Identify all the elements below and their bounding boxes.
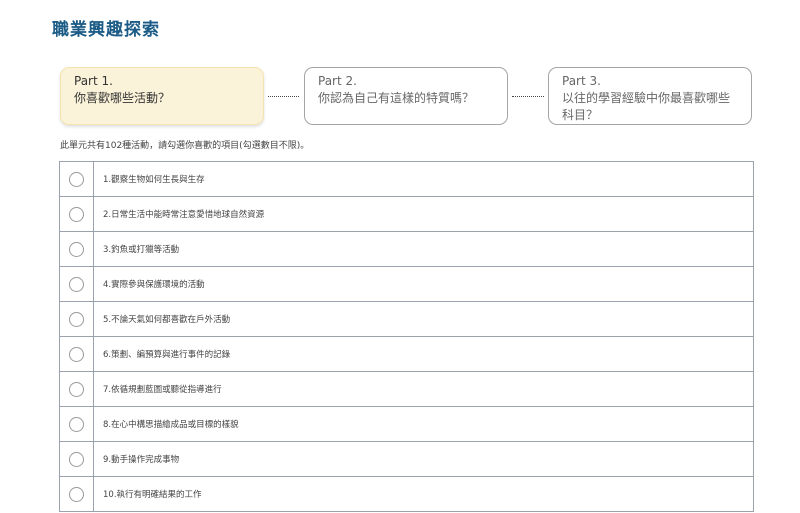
activity-label: 2.日常生活中能時常注意愛惜地球自然資源 [103, 210, 265, 220]
step-part-1[interactable]: Part 1. 你喜歡哪些活動？ [60, 67, 264, 125]
activity-radio[interactable] [69, 486, 84, 502]
step-connector [268, 96, 299, 97]
activity-row[interactable]: 2.日常生活中能時常注意愛惜地球自然資源 [60, 197, 753, 232]
activity-row[interactable]: 7.依循規劃藍圖或聽從指導進行 [60, 372, 753, 407]
activity-label: 3.釣魚或打獵等活動 [103, 245, 180, 255]
activity-table: 1.觀察生物如何生長與生存 2.日常生活中能時常注意愛惜地球自然資源 3.釣魚或… [59, 161, 754, 512]
step-question: 你認為自己有這樣的特質嗎？ [318, 91, 475, 105]
activity-radio[interactable] [69, 276, 84, 292]
activity-row[interactable]: 3.釣魚或打獵等活動 [60, 232, 753, 267]
activity-label: 7.依循規劃藍圖或聽從指導進行 [103, 385, 222, 395]
step-part-3[interactable]: Part 3. 以往的學習經驗中你最喜歡哪些科目？ [548, 67, 752, 125]
radio-cell [60, 162, 94, 196]
page-title: 職業興趣探索 [52, 20, 160, 40]
activity-label: 6.策劃、編預算與進行事件的記錄 [103, 350, 231, 360]
activity-label: 5.不論天氣如何都喜歡在戶外活動 [103, 315, 231, 325]
activity-radio[interactable] [69, 311, 84, 327]
activity-row[interactable]: 5.不論天氣如何都喜歡在戶外活動 [60, 302, 753, 337]
activity-radio[interactable] [69, 381, 84, 397]
step-question: 你喜歡哪些活動？ [74, 91, 171, 105]
activity-radio[interactable] [69, 416, 84, 432]
activity-label: 1.觀察生物如何生長與生存 [103, 175, 205, 185]
activity-label: 10.執行有明確結果的工作 [103, 490, 202, 500]
activity-radio[interactable] [69, 346, 84, 362]
step-part-label: Part 3. [562, 74, 601, 88]
activity-label: 8.在心中構思描繪成品或目標的樣貌 [103, 420, 239, 430]
step-part-label: Part 1. [74, 74, 113, 88]
activity-label: 9.動手操作完成事物 [103, 455, 180, 465]
radio-cell [60, 442, 94, 476]
instruction-text: 此單元共有102種活動，請勾選你喜歡的項目(勾選數目不限)。 [60, 141, 310, 151]
activity-label: 4.實際參與保護環境的活動 [103, 280, 205, 290]
step-part-label: Part 2. [318, 74, 357, 88]
activity-radio[interactable] [69, 171, 84, 187]
step-connector [512, 96, 544, 97]
activity-row[interactable]: 10.執行有明確結果的工作 [60, 477, 753, 512]
step-part-2[interactable]: Part 2. 你認為自己有這樣的特質嗎？ [304, 67, 508, 125]
radio-cell [60, 302, 94, 336]
radio-cell [60, 197, 94, 231]
activity-radio[interactable] [69, 241, 84, 257]
radio-cell [60, 372, 94, 406]
activity-row[interactable]: 4.實際參與保護環境的活動 [60, 267, 753, 302]
radio-cell [60, 267, 94, 301]
activity-row[interactable]: 1.觀察生物如何生長與生存 [60, 162, 753, 197]
radio-cell [60, 477, 94, 511]
radio-cell [60, 407, 94, 441]
activity-row[interactable]: 8.在心中構思描繪成品或目標的樣貌 [60, 407, 753, 442]
radio-cell [60, 232, 94, 266]
radio-cell [60, 337, 94, 371]
activity-row[interactable]: 6.策劃、編預算與進行事件的記錄 [60, 337, 753, 372]
step-question: 以往的學習經驗中你最喜歡哪些科目？ [562, 91, 731, 122]
activity-radio[interactable] [69, 451, 84, 467]
activity-row[interactable]: 9.動手操作完成事物 [60, 442, 753, 477]
activity-radio[interactable] [69, 206, 84, 222]
